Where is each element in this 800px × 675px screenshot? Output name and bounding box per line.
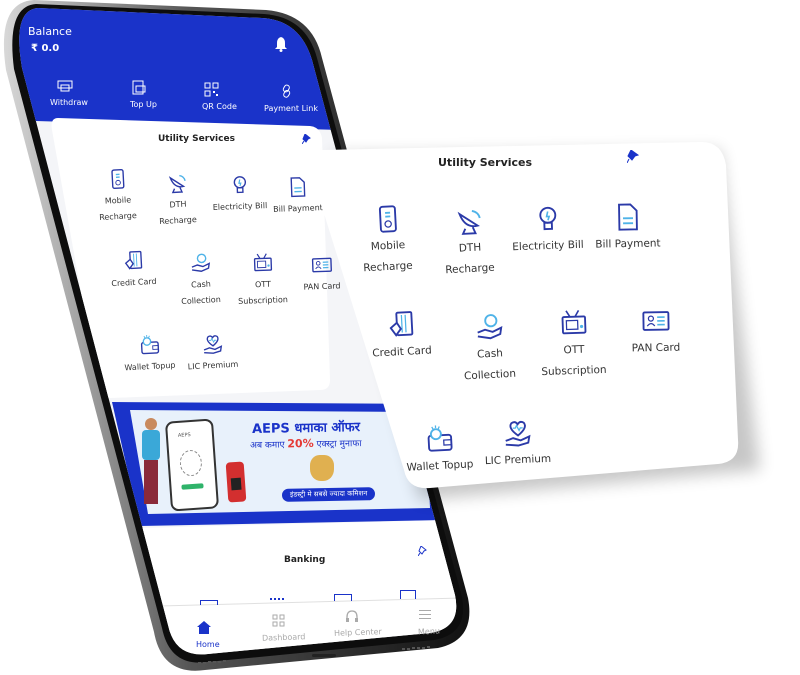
cash-hand-icon (474, 311, 506, 347)
bulb-icon (229, 174, 252, 201)
tv-icon (252, 252, 275, 279)
banner-phone-illustration: AEPS (164, 418, 220, 512)
bill-icon (287, 176, 310, 203)
card-service-label: PAN Card (631, 341, 681, 355)
mobile-recharge-icon (372, 203, 404, 239)
banner-subtitle: अब कमाए 20% एक्स्ट्रा मुनाफा (250, 436, 362, 451)
card-service-label: Bill Payment (595, 237, 661, 251)
utility-services-title: Utility Services (158, 134, 235, 144)
dashboard-icon (272, 614, 285, 627)
menu-icon (419, 610, 431, 619)
fingerprint-device-illustration (225, 461, 247, 503)
bill-icon (613, 202, 644, 237)
heart-hand-icon (201, 332, 224, 359)
pin-outline-icon[interactable] (418, 546, 427, 556)
mobile-recharge-icon (106, 167, 129, 194)
pin-icon[interactable] (302, 134, 311, 144)
banner-subtitle-pre: अब कमाए (249, 440, 288, 451)
wallet-icon (138, 333, 161, 360)
balance-value: ₹ 0.0 (31, 43, 60, 54)
withdraw-label: Withdraw (50, 98, 88, 107)
credit-card-icon (386, 309, 418, 345)
nav-home-label: Home (196, 640, 220, 649)
nav-menu-label: Menu (417, 626, 441, 637)
banner-subtitle-post: एक्स्ट्रा मुनाफा (313, 439, 362, 450)
balance-label: Balance (28, 25, 72, 38)
satellite-dish-icon (166, 171, 189, 198)
satellite-dish-icon (454, 205, 486, 241)
cash-hand-icon (189, 251, 212, 278)
qr-code-label: QR Code (202, 102, 237, 111)
banner-subtitle-highlight: 20% (287, 436, 314, 451)
home-icon (197, 621, 211, 634)
money-bag-illustration (310, 455, 334, 481)
banner-person-illustration (142, 418, 162, 508)
nav-dashboard-label: Dashboard (261, 632, 306, 643)
bell-icon[interactable] (274, 36, 288, 52)
id-card-icon (311, 254, 334, 281)
topup-icon (132, 80, 146, 95)
heart-hand-icon (502, 417, 533, 452)
wallet-icon (424, 423, 456, 459)
qr-code-icon (204, 82, 219, 97)
tv-icon (558, 307, 589, 342)
payment-link-label: Payment Link (264, 104, 318, 113)
bulb-icon (532, 203, 563, 238)
credit-card-icon (122, 249, 145, 276)
banner-cta[interactable]: इंडस्ट्री मे सबसे ज्यादा कमिशन (281, 487, 376, 502)
banking-title: Banking (284, 555, 326, 565)
banner-title: AEPS धमाका ऑफर (251, 420, 361, 437)
id-card-icon (641, 306, 672, 341)
link-icon (282, 84, 291, 98)
banner-phone-label: AEPS (177, 432, 191, 439)
floating-utility-services-title: Utility Services (438, 156, 533, 169)
floating-pin-icon[interactable] (627, 150, 639, 163)
headset-icon (346, 610, 358, 622)
atm-icon (57, 80, 73, 92)
nav-help-center-label: Help Center (333, 627, 382, 638)
top-up-label: Top Up (130, 100, 157, 109)
